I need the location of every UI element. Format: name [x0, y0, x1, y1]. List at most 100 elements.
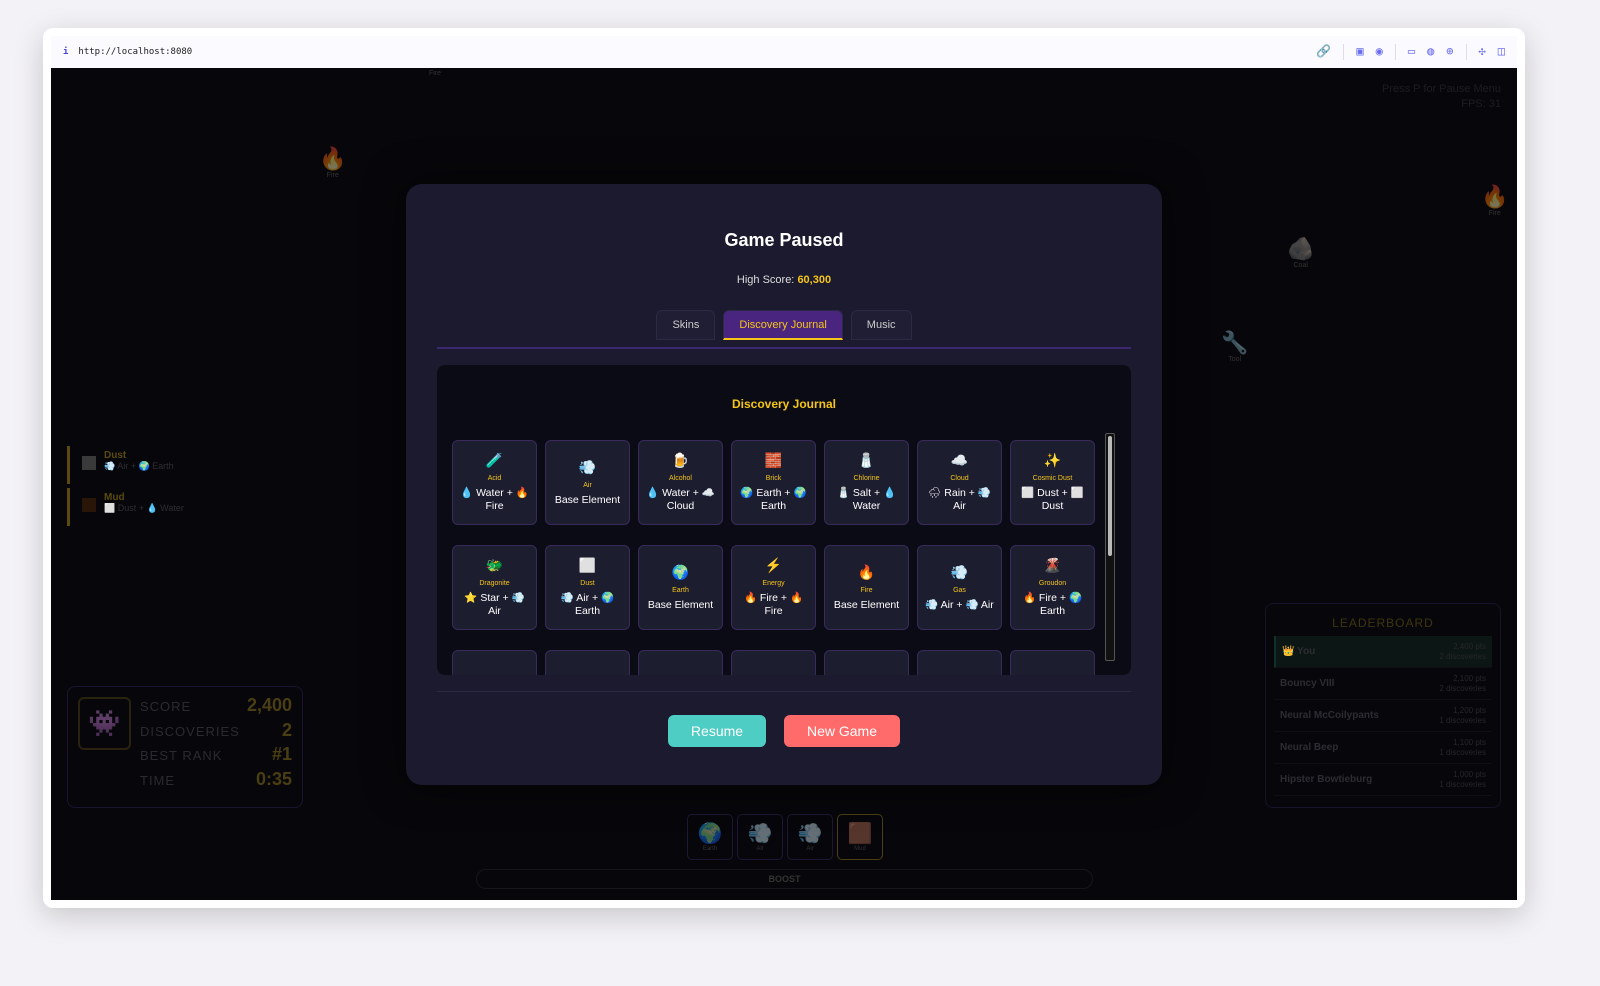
journal-entry-dragonite[interactable]: 🐲 Dragonite ⭐ Star + 💨 Air	[452, 545, 537, 630]
extension-icon[interactable]: ✣	[1479, 44, 1486, 60]
dust-icon: ⬜	[578, 557, 597, 573]
earth-icon: 🌍	[697, 823, 723, 845]
fire-icon: 🔥	[1481, 184, 1509, 209]
floating-element[interactable]: 🔥 Fire	[319, 146, 346, 179]
player-score: 1,000 pts 1 discoveries	[1439, 770, 1486, 790]
leaderboard-row: Bouncy VIII 2,100 pts 2 discoveries	[1274, 668, 1492, 700]
journal-grid: 🧪 Acid 💧 Water + 🔥 Fire 💨 Air Base Element 🍺 Al…	[452, 440, 1095, 675]
journal-entry-acid[interactable]: 🧪 Acid 💧 Water + 🔥 Fire	[452, 440, 537, 525]
url-text[interactable]: http://localhost:8080	[78, 47, 192, 57]
journal-entry-brick[interactable]: 🧱 Brick 🌍 Earth + 🌍 Earth	[731, 440, 816, 525]
cosmic-dust-icon: ✨	[1043, 452, 1062, 468]
entry-recipe: 💧 Water + 🔥 Fire	[460, 487, 529, 512]
inventory-slot-selected[interactable]: 🟫 Mud	[837, 814, 883, 860]
entry-recipe: ⬜ Dust + ⬜ Dust	[1021, 487, 1084, 512]
entry-recipe: Base Element	[554, 493, 621, 506]
slot-label: Air	[756, 846, 764, 852]
journal-entry-partial[interactable]	[917, 650, 1002, 675]
entry-name: Fire	[860, 586, 873, 594]
inventory-slot[interactable]: 💨 Air	[737, 814, 783, 860]
entry-recipe: 🌍 Earth + 🌍 Earth	[740, 487, 807, 512]
skin-avatar-icon[interactable]: 👾	[78, 697, 131, 750]
resume-button[interactable]: Resume	[668, 715, 766, 747]
journal-entry-fire[interactable]: 🔥 Fire Base Element	[824, 545, 909, 630]
entry-name: Cosmic Dust	[1032, 475, 1073, 482]
inventory-slot[interactable]: 💨 Air	[787, 814, 833, 860]
slot-label: Air	[806, 846, 814, 852]
journal-entry-cosmic-dust[interactable]: ✨ Cosmic Dust ⬜ Dust + ⬜ Dust	[1010, 440, 1095, 525]
tab-skins[interactable]: Skins	[656, 310, 716, 340]
journal-entry-chlorine[interactable]: 🧂 Chlorine 🧂 Salt + 💧 Water	[824, 440, 909, 525]
recent-discovery: Dust 💨 Air + 🌍 Earth	[67, 446, 299, 484]
modal-tabs: Skins Discovery Journal Music	[406, 310, 1162, 340]
entry-recipe: 🔥 Fire + 🔥 Fire	[743, 592, 804, 617]
modal-actions: Resume New Game	[406, 715, 1162, 747]
journal-entry-air[interactable]: 💨 Air Base Element	[545, 440, 630, 525]
fire-icon: 🔥	[857, 563, 876, 580]
entry-name: Groudon	[1038, 580, 1067, 587]
journal-entry-partial[interactable]	[452, 650, 537, 675]
journal-entry-partial[interactable]	[824, 650, 909, 675]
time-label: TIME	[140, 773, 176, 788]
inventory-slot[interactable]: 🌍 Earth	[687, 814, 733, 860]
leaderboard-row: Neural Beep 1,100 pts 1 discoveries	[1274, 732, 1492, 764]
discovery-name: Dust	[104, 450, 127, 461]
air-icon: 💨	[747, 823, 773, 845]
link-icon[interactable]: 🔗	[1316, 44, 1331, 60]
new-game-button[interactable]: New Game	[784, 715, 900, 747]
entry-name: Chlorine	[853, 475, 880, 482]
air-icon: 💨	[578, 458, 597, 475]
floating-element[interactable]: 🔧 Tool	[1221, 330, 1248, 363]
gas-icon: 💨	[950, 563, 969, 580]
floating-element[interactable]: Fire	[429, 70, 441, 77]
discovery-count: 1 discoveries	[1439, 715, 1486, 725]
entry-name: Earth	[672, 586, 689, 594]
journal-scrollbar[interactable]	[1105, 433, 1115, 661]
journal-entry-partial[interactable]	[1010, 650, 1095, 675]
journal-panel: Discovery Journal 🧪 Acid 💧 Water + 🔥 Fire 💨…	[437, 365, 1131, 675]
journal-entry-dust[interactable]: ⬜ Dust 💨 Air + 🌍 Earth	[545, 545, 630, 630]
terminal-icon[interactable]: ▭	[1408, 44, 1415, 60]
journal-entry-groudon[interactable]: 🌋 Groudon 🔥 Fire + 🌍 Earth	[1010, 545, 1095, 630]
dust-swatch	[82, 456, 96, 470]
stats-panel: 👾 SCORE 2,400 DISCOVERIES 2 BEST RANK #1 TI…	[67, 686, 303, 808]
browser-window: i http://localhost:8080 🔗 ▣ ◉ ▭ ◍ ⊕ ✣ ◫ Pres…	[43, 28, 1525, 908]
info-icon[interactable]: i	[63, 47, 68, 57]
tab-music[interactable]: Music	[850, 310, 912, 340]
score-row: SCORE 2,400	[140, 695, 292, 716]
points: 1,000 pts	[1453, 769, 1486, 779]
camera-icon[interactable]: ◉	[1376, 44, 1383, 60]
coal-icon: 🪨	[1287, 236, 1315, 261]
globe-icon[interactable]: ◍	[1427, 44, 1434, 60]
journal-entry-cloud[interactable]: ☁️ Cloud 🌧 Rain + 💨 Air	[917, 440, 1002, 525]
player-name: Neural McCoilypants	[1280, 710, 1379, 721]
discovery-name: Mud	[104, 492, 125, 503]
alcohol-icon: 🍺	[671, 452, 690, 468]
dragonite-icon: 🐲	[485, 557, 504, 573]
points: 2,100 pts	[1453, 673, 1486, 683]
scrollbar-thumb[interactable]	[1108, 436, 1112, 556]
entry-name: Air	[583, 481, 592, 489]
media-icon[interactable]: ▣	[1356, 44, 1363, 60]
journal-entry-partial[interactable]	[731, 650, 816, 675]
element-label: Fire	[326, 172, 339, 179]
journal-entry-gas[interactable]: 💨 Gas 💨 Air + 💨 Air	[917, 545, 1002, 630]
floating-element[interactable]: 🪨 Coal	[1287, 236, 1314, 269]
crosshair-icon[interactable]: ⊕	[1446, 44, 1453, 60]
tab-discovery-journal[interactable]: Discovery Journal	[723, 310, 843, 340]
journal-entry-partial[interactable]	[545, 650, 630, 675]
leaderboard: LEADERBOARD 👑 You 2,400 pts 2 discoveries …	[1265, 603, 1501, 808]
address-bar[interactable]: i http://localhost:8080 🔗 ▣ ◉ ▭ ◍ ⊕ ✣ ◫	[51, 36, 1517, 68]
journal-entry-alcohol[interactable]: 🍺 Alcohol 💧 Water + ☁️ Cloud	[638, 440, 723, 525]
player-score: 2,100 pts 2 discoveries	[1439, 674, 1486, 694]
journal-entry-earth[interactable]: 🌍 Earth Base Element	[638, 545, 723, 630]
floating-element[interactable]: 🔥 Fire	[1481, 184, 1508, 217]
sidebar-icon[interactable]: ◫	[1498, 44, 1505, 60]
entry-name: Cloud	[950, 475, 969, 482]
tool-icon: 🔧	[1221, 330, 1249, 355]
entry-recipe: 💧 Water + ☁️ Cloud	[646, 487, 715, 512]
element-label: Fire	[1488, 210, 1501, 217]
journal-entry-partial[interactable]	[638, 650, 723, 675]
journal-entry-energy[interactable]: ⚡ Energy 🔥 Fire + 🔥 Fire	[731, 545, 816, 630]
game-canvas[interactable]: Press P for Pause Menu FPS: 31 🔥 Fire 🔥 Fir…	[51, 68, 1517, 900]
